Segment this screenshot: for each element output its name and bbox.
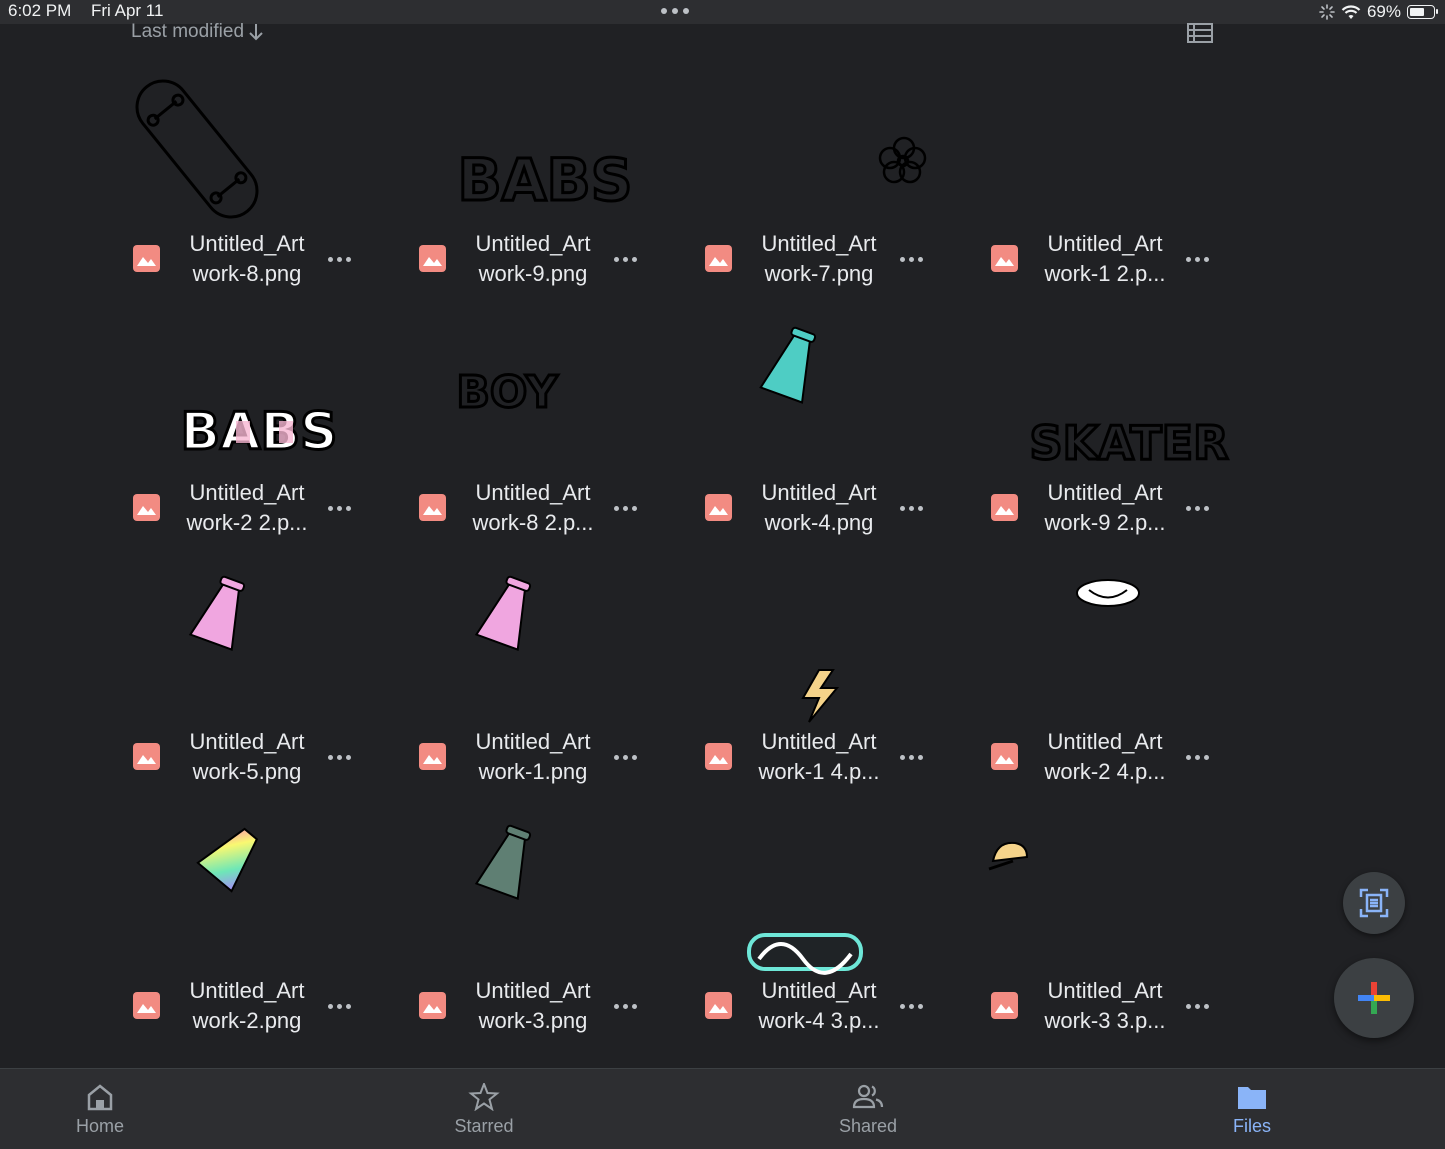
file-name: Untitled_Art work-5.png — [189, 729, 305, 784]
file-tile[interactable]: Untitled_Art work-4.png — [691, 311, 977, 560]
file-tile[interactable]: Untitled_Art work-3.png — [405, 809, 691, 1058]
battery-icon — [1407, 5, 1438, 19]
file-name: Untitled_Art work-2 4.p... — [1044, 729, 1166, 784]
more-options-button[interactable] — [896, 996, 926, 1016]
image-file-icon — [419, 494, 446, 521]
image-file-icon — [133, 494, 160, 521]
nav-label: Shared — [838, 1116, 898, 1136]
more-options-button[interactable] — [1182, 498, 1212, 518]
more-options-button[interactable] — [1182, 996, 1212, 1016]
image-file-icon — [419, 992, 446, 1019]
plus-icon — [1358, 982, 1390, 1014]
list-view-icon[interactable] — [1187, 23, 1213, 43]
new-button[interactable] — [1334, 958, 1414, 1038]
image-file-icon — [705, 743, 732, 770]
more-options-button[interactable] — [610, 498, 640, 518]
image-file-icon — [705, 494, 732, 521]
file-name: Untitled_Art work-3.png — [475, 978, 591, 1033]
file-tile[interactable]: Untitled_Art work-1 4.p... — [691, 560, 977, 809]
nav-shared[interactable]: Shared — [788, 1069, 948, 1149]
nav-files[interactable]: Files — [1172, 1069, 1332, 1149]
more-options-button[interactable] — [324, 249, 354, 269]
file-name: Untitled_Art work-1 2.p... — [1044, 231, 1166, 286]
image-file-icon — [991, 992, 1018, 1019]
file-tile[interactable]: Untitled_Art work-1.png — [405, 560, 691, 809]
nav-label: Home — [75, 1116, 124, 1136]
battery-percent: 69% — [1366, 2, 1401, 21]
file-tile[interactable]: Untitled_Art work-5.png — [119, 560, 405, 809]
file-tile[interactable]: Untitled_Art work-3 3.p... — [977, 809, 1263, 1058]
nav-home[interactable]: Home — [20, 1069, 180, 1149]
more-options-button[interactable] — [896, 498, 926, 518]
more-options-button[interactable] — [896, 747, 926, 767]
svg-text:SKATER: SKATER — [1029, 416, 1228, 470]
more-options-button[interactable] — [610, 249, 640, 269]
more-options-button[interactable] — [324, 747, 354, 767]
multitasking-dots-icon[interactable] — [661, 8, 689, 14]
more-options-button[interactable] — [610, 996, 640, 1016]
loading-spinner-icon — [1319, 4, 1335, 20]
file-name: Untitled_Art work-8.png — [189, 231, 305, 286]
more-options-button[interactable] — [324, 498, 354, 518]
more-options-button[interactable] — [896, 249, 926, 269]
file-name: Untitled_Art work-9 2.p... — [1044, 480, 1166, 535]
file-tile[interactable]: BABS Untitled_Art work-9.png — [405, 62, 691, 311]
wifi-icon — [1341, 4, 1361, 19]
file-tile[interactable]: SKATER Untitled_Art work-9 2.p... — [977, 311, 1263, 560]
more-options-button[interactable] — [610, 747, 640, 767]
more-options-button[interactable] — [1182, 747, 1212, 767]
image-file-icon — [991, 245, 1018, 272]
status-time: 6:02 PM — [8, 1, 72, 20]
status-right: 69% — [1319, 0, 1438, 24]
image-file-icon — [991, 743, 1018, 770]
file-name: Untitled_Art work-3 3.p... — [1044, 978, 1166, 1033]
sort-control[interactable]: Last modified — [131, 21, 264, 43]
svg-text:BOY: BOY — [456, 367, 558, 418]
file-tile[interactable]: Untitled_Art work-8.png — [119, 62, 405, 311]
folder-icon — [1238, 1087, 1266, 1109]
more-options-button[interactable] — [1182, 249, 1212, 269]
file-tile[interactable]: Untitled_Art work-1 2.p... — [977, 62, 1263, 311]
file-name: Untitled_Art work-7.png — [761, 231, 877, 286]
status-date: Fri Apr 11 — [91, 1, 164, 20]
file-name: Untitled_Art work-8 2.p... — [472, 480, 594, 535]
file-tile[interactable]: BOY Untitled_Art work-8 2.p... — [405, 311, 691, 560]
sort-label: Last modified — [131, 21, 245, 42]
file-tile[interactable]: Untitled_Art work-2.png — [119, 809, 405, 1058]
image-file-icon — [419, 245, 446, 272]
image-file-icon — [991, 494, 1018, 521]
battery-fill — [1410, 8, 1424, 16]
nav-label: Starred — [454, 1116, 514, 1136]
people-icon — [852, 1084, 884, 1109]
bottom-navigation: Home Starred Shared Files — [0, 1068, 1445, 1149]
image-file-icon — [705, 992, 732, 1019]
more-options-button[interactable] — [324, 996, 354, 1016]
image-file-icon — [419, 743, 446, 770]
file-name: Untitled_Art work-2.png — [189, 978, 305, 1033]
star-icon — [468, 1083, 500, 1111]
scan-button[interactable] — [1343, 872, 1405, 934]
image-file-icon — [133, 245, 160, 272]
nav-starred[interactable]: Starred — [404, 1069, 564, 1149]
file-tile[interactable]: Untitled_Art work-2 4.p... — [977, 560, 1263, 809]
file-name: Untitled_Art work-1.png — [475, 729, 591, 784]
file-name: Untitled_Art work-9.png — [475, 231, 591, 286]
file-name: Untitled_Art work-4.png — [761, 480, 877, 535]
svg-text:BABS: BABS — [181, 402, 338, 462]
image-file-icon — [133, 743, 160, 770]
image-file-icon — [705, 245, 732, 272]
file-name: Untitled_Art work-4 3.p... — [758, 978, 880, 1033]
image-file-icon — [133, 992, 160, 1019]
file-tile[interactable]: Untitled_Art work-4 3.p... — [691, 809, 977, 1058]
home-icon — [87, 1084, 113, 1111]
file-tile[interactable]: BABS Untitled_Art work-2 2.p... — [119, 311, 405, 560]
arrow-down-icon — [249, 24, 263, 41]
nav-label: Files — [1232, 1116, 1271, 1136]
file-name: Untitled_Art work-1 4.p... — [758, 729, 880, 784]
file-tile[interactable]: Untitled_Art work-7.png — [691, 62, 977, 311]
document-scan-icon — [1359, 888, 1389, 918]
svg-text:BABS: BABS — [457, 146, 632, 214]
file-name: Untitled_Art work-2 2.p... — [186, 480, 308, 535]
